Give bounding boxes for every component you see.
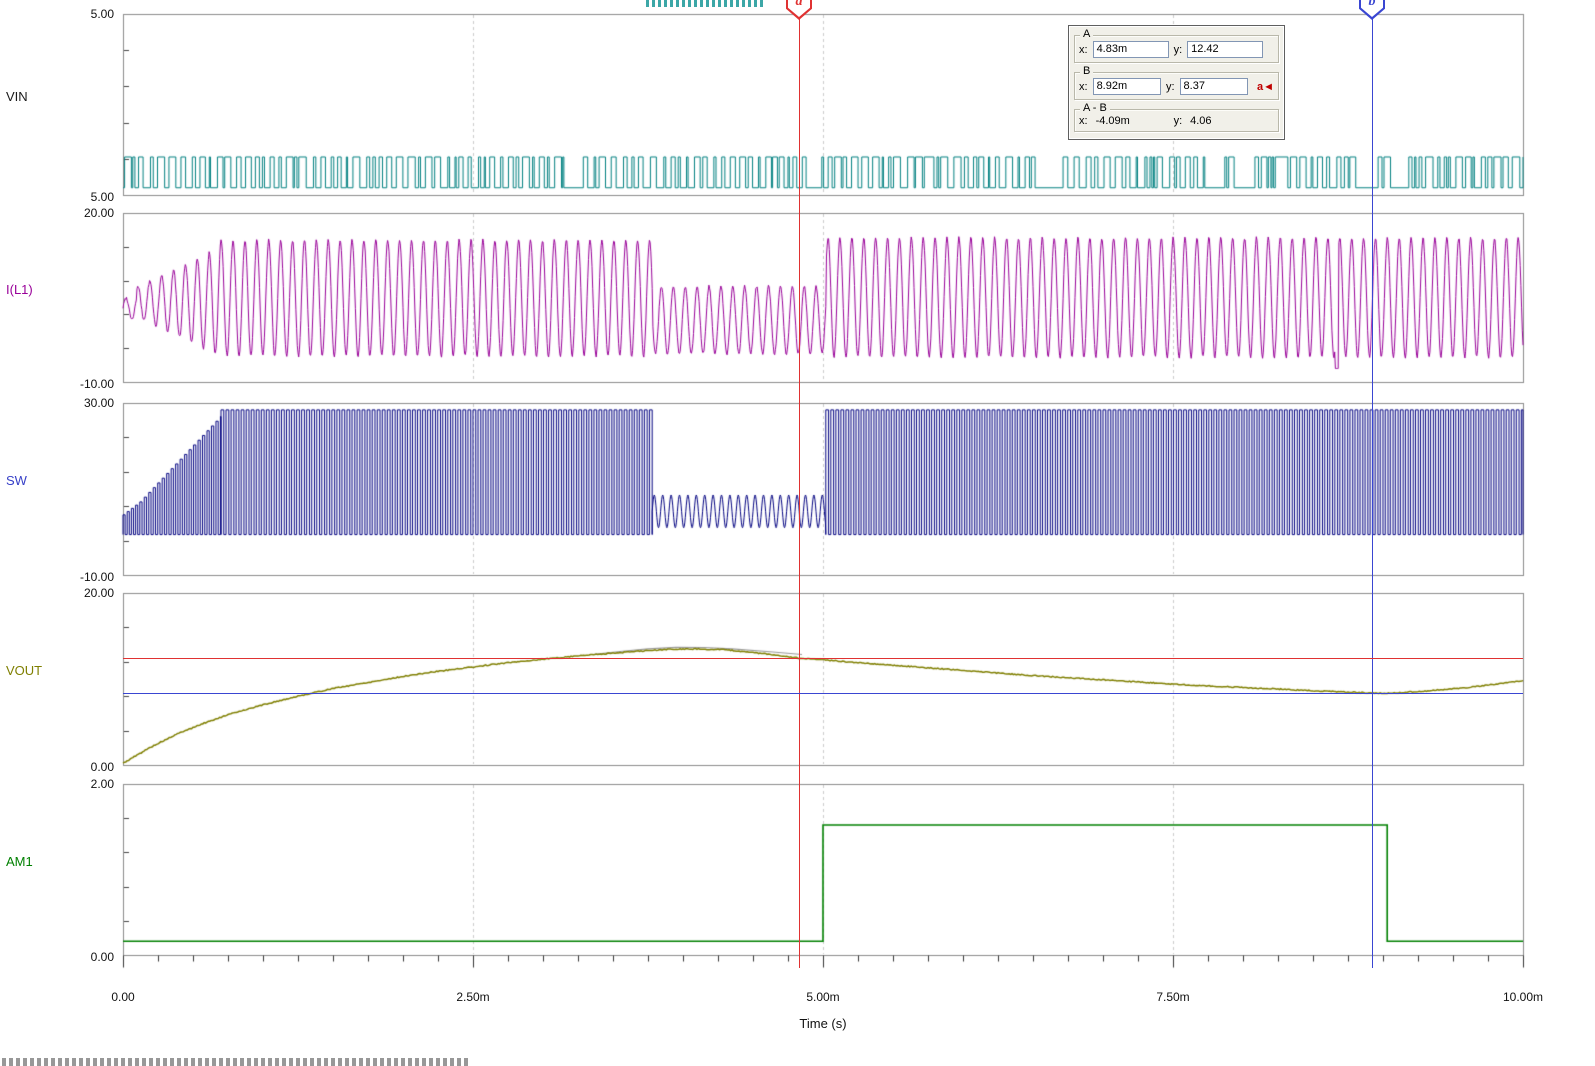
waveform-viewer: VIN I(L1) SW VOUT AM1 5.00 5.00 20.00 -1… — [0, 0, 1595, 1066]
cursor-a-y-label: y: — [1174, 44, 1183, 56]
y-axis-bottom-label-vout: 0.00 — [28, 760, 114, 774]
cursor-a-x-label: x: — [1079, 44, 1088, 56]
readout-group-a: A x: 4.83m y: 12.42 — [1074, 35, 1279, 63]
cursor-b-x-field[interactable]: 8.92m — [1093, 78, 1161, 95]
signal-label-vin: VIN — [6, 89, 28, 104]
waveform-plot-canvas — [0, 0, 1595, 1066]
cursor-b-y-field[interactable]: 8.37 — [1180, 78, 1248, 95]
readout-group-delta-label: A - B — [1080, 102, 1110, 115]
signal-label-il1: I(L1) — [6, 282, 33, 297]
readout-group-delta: A - B x: -4.09m y: 4.06 — [1074, 109, 1279, 132]
cursor-b-x-label: x: — [1079, 81, 1088, 93]
readout-group-a-label: A — [1080, 28, 1093, 41]
signal-label-am1: AM1 — [6, 854, 33, 869]
x-axis-title: Time (s) — [799, 1016, 846, 1031]
delta-x-label: x: — [1079, 115, 1088, 127]
y-axis-top-label-sw: 30.00 — [28, 396, 114, 410]
y-axis-top-label-am1: 2.00 — [28, 777, 114, 791]
cursor-a-link-icon[interactable]: a◄ — [1257, 81, 1274, 93]
signal-label-vout: VOUT — [6, 663, 42, 678]
cursor-b-y-label: y: — [1166, 81, 1175, 93]
cursor-b-hline[interactable] — [123, 693, 1523, 694]
cursor-a-x-field[interactable]: 4.83m — [1093, 41, 1169, 58]
y-axis-top-label-il1: 20.00 — [28, 206, 114, 220]
x-tick-label-10m: 10.00m — [1503, 990, 1543, 1004]
x-tick-label-5m: 5.00m — [806, 990, 839, 1004]
delta-y-label: y: — [1174, 115, 1183, 127]
y-axis-bottom-label-am1: 0.00 — [28, 950, 114, 964]
cursor-b-line[interactable] — [1372, 18, 1373, 968]
y-axis-top-label-vout: 20.00 — [28, 586, 114, 600]
clipped-title-text-artifact — [646, 0, 764, 7]
y-axis-top-label-vin: 5.00 — [28, 7, 114, 21]
cursor-a-line[interactable] — [799, 18, 800, 968]
cursor-a-flag-letter: a — [786, 0, 812, 10]
y-axis-bottom-label-sw: -10.00 — [28, 570, 114, 584]
readout-group-b-label: B — [1080, 65, 1093, 78]
cursor-b-flag[interactable]: b — [1359, 0, 1385, 20]
cursor-a-hline[interactable] — [123, 658, 1523, 659]
x-tick-label-7.5m: 7.50m — [1156, 990, 1189, 1004]
y-axis-bottom-label-il1: -10.00 — [28, 377, 114, 391]
signal-label-sw: SW — [6, 473, 27, 488]
cursor-a-flag[interactable]: a — [786, 0, 812, 20]
cursor-readout-panel: A x: 4.83m y: 12.42 B x: 8.92m y: 8.37 a… — [1068, 25, 1285, 140]
x-tick-label-0: 0.00 — [111, 990, 134, 1004]
x-tick-label-2.5m: 2.50m — [456, 990, 489, 1004]
cursor-b-flag-letter: b — [1359, 0, 1385, 10]
delta-y-value: 4.06 — [1187, 115, 1263, 127]
clipped-status-text-artifact — [2, 1058, 470, 1066]
readout-group-b: B x: 8.92m y: 8.37 a◄ — [1074, 72, 1279, 100]
delta-x-value: -4.09m — [1093, 115, 1169, 127]
cursor-a-y-field[interactable]: 12.42 — [1187, 41, 1263, 58]
y-axis-bottom-label-vin: 5.00 — [28, 190, 114, 204]
